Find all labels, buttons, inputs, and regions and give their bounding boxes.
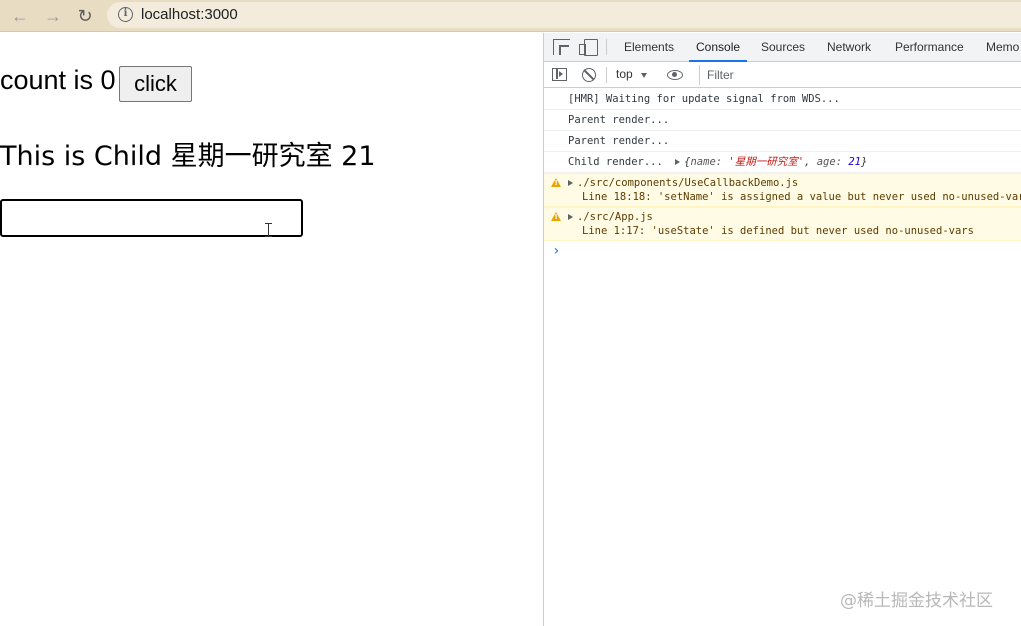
name-input[interactable] bbox=[0, 199, 303, 237]
tab-divider bbox=[606, 39, 607, 55]
console-output: [HMR] Waiting for update signal from WDS… bbox=[544, 89, 1021, 263]
click-button[interactable]: click bbox=[119, 66, 192, 102]
console-prompt[interactable]: › bbox=[544, 241, 1021, 263]
context-select[interactable]: top bbox=[616, 67, 633, 81]
clear-console-icon[interactable] bbox=[582, 68, 596, 82]
console-log-child: Child render... {name: '星期一研究室', age: 21… bbox=[544, 152, 1021, 173]
device-toolbar-icon[interactable] bbox=[579, 39, 598, 56]
site-info-icon[interactable]: i bbox=[118, 7, 133, 22]
address-bar[interactable]: i localhost:3000 bbox=[107, 2, 1021, 28]
console-warning[interactable]: ./src/components/UseCallbackDemo.js Line… bbox=[544, 173, 1021, 207]
devtools-tabbar: Elements Console Sources Network Perform… bbox=[544, 33, 1021, 62]
warning-detail: Line 1:17: 'useState' is defined but nev… bbox=[582, 225, 974, 237]
show-sidebar-icon[interactable] bbox=[552, 68, 567, 81]
inspect-element-icon[interactable] bbox=[553, 39, 570, 55]
live-expression-eye-icon[interactable] bbox=[667, 70, 683, 80]
console-log: Parent render... bbox=[544, 110, 1021, 131]
warning-detail: Line 18:18: 'setName' is assigned a valu… bbox=[582, 191, 1021, 203]
tab-console[interactable]: Console bbox=[689, 33, 748, 62]
expand-arrow-icon[interactable] bbox=[675, 159, 681, 165]
child-text: This is Child 星期一研究室 21 bbox=[0, 141, 376, 172]
tab-network[interactable]: Network bbox=[827, 33, 871, 62]
warning-icon bbox=[551, 178, 561, 187]
console-log: Parent render... bbox=[544, 131, 1021, 152]
console-log-text: Child render... bbox=[568, 156, 663, 168]
warning-file[interactable]: ./src/components/UseCallbackDemo.js bbox=[577, 177, 798, 189]
tab-performance[interactable]: Performance bbox=[895, 33, 964, 62]
watermark: @稀土掘金技术社区 bbox=[840, 591, 993, 611]
filter-input[interactable] bbox=[699, 65, 1021, 85]
console-log: [HMR] Waiting for update signal from WDS… bbox=[544, 89, 1021, 110]
count-text: count is 0 bbox=[0, 65, 116, 95]
console-warning[interactable]: ./src/App.js Line 1:17: 'useState' is de… bbox=[544, 207, 1021, 241]
object-preview[interactable]: {name: '星期一研究室', age: 21} bbox=[675, 156, 867, 168]
forward-arrow-icon[interactable]: → bbox=[42, 5, 64, 27]
tab-sources[interactable]: Sources bbox=[761, 33, 805, 62]
text-cursor-icon bbox=[265, 223, 272, 237]
toolbar-divider bbox=[606, 67, 607, 83]
tab-elements[interactable]: Elements bbox=[624, 33, 674, 62]
reload-icon[interactable]: ↻ bbox=[74, 5, 96, 27]
warning-icon bbox=[551, 212, 561, 221]
back-arrow-icon[interactable]: ← bbox=[9, 5, 31, 27]
page-content: count is 0 click This is Child 星期一研究室 21 bbox=[0, 33, 543, 626]
dropdown-arrow-icon[interactable] bbox=[641, 73, 647, 78]
console-toolbar: top bbox=[544, 62, 1021, 88]
expand-arrow-icon[interactable] bbox=[568, 214, 573, 220]
expand-arrow-icon[interactable] bbox=[568, 180, 573, 186]
url-text[interactable]: localhost:3000 bbox=[141, 6, 238, 23]
tab-memory[interactable]: Memo bbox=[986, 33, 1019, 62]
devtools-panel: Elements Console Sources Network Perform… bbox=[543, 33, 1021, 626]
browser-toolbar: ← → ↻ i localhost:3000 bbox=[0, 0, 1021, 32]
warning-file[interactable]: ./src/App.js bbox=[577, 211, 653, 223]
